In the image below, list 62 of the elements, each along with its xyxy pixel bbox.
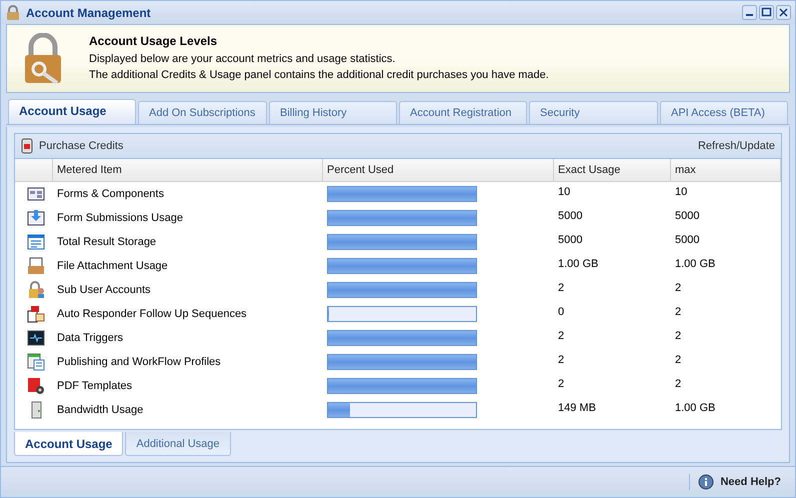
table-cell-text: 1.00 GB	[674, 401, 716, 414]
table-cell-text: 1.00 GB	[674, 257, 716, 270]
tab[interactable]: Account Usage	[14, 432, 124, 456]
table-cell-text: 0	[557, 305, 566, 318]
column-header[interactable]: Exact Usage	[554, 159, 671, 181]
tab[interactable]: Security	[529, 101, 658, 124]
table-cell-text: 2	[557, 329, 566, 342]
table-cell-text: PDF Templates	[56, 380, 133, 392]
table-cell-text: 2	[674, 281, 682, 294]
table-cell-text: Total Result Storage	[56, 236, 158, 248]
refresh-update-button[interactable]: Refresh/Update	[698, 140, 775, 152]
lock-user-icon	[27, 281, 45, 299]
monitor-icon	[27, 329, 45, 347]
form-icon	[27, 185, 45, 203]
tab[interactable]: Account Usage	[8, 99, 136, 124]
table-cell-text: 2	[674, 305, 682, 318]
table-cell-text: File Attachment Usage	[56, 260, 169, 272]
column-header[interactable]: max	[671, 159, 781, 181]
phone-icon	[21, 138, 33, 154]
header-title: Account Usage Levels	[89, 34, 218, 48]
table-cell-text: Bandwidth Usage	[56, 404, 144, 416]
tab[interactable]: API Access (BETA)	[660, 101, 788, 124]
purchase-credits-button[interactable]: Purchase Credits	[21, 138, 124, 154]
table-cell-text: 5000	[557, 233, 584, 246]
table-cell-text: 2	[557, 353, 566, 366]
table-cell-text: Forms & Components	[56, 188, 165, 200]
header-description: Displayed below are your account metrics and usage statistics.	[89, 52, 396, 67]
maximize-icon[interactable]	[759, 5, 774, 20]
pdf-gear-icon	[27, 377, 45, 395]
table-cell-text: Form Submissions Usage	[56, 212, 184, 224]
table-cell-text: 2	[674, 353, 682, 366]
table-cell-text: 2	[557, 377, 566, 390]
table-cell-text: Sub User Accounts	[56, 284, 152, 296]
table-cell-text: 10	[674, 185, 688, 198]
info-icon	[698, 474, 714, 490]
table-cell-text: Data Triggers	[56, 332, 124, 344]
document-icon	[27, 233, 45, 251]
tab[interactable]: Billing History	[269, 101, 397, 124]
column-header[interactable]: Percent Used	[323, 159, 554, 181]
lock-icon	[5, 4, 21, 20]
help-button[interactable]: Need Help?	[689, 474, 781, 490]
header-description: The additional Credits & Usage panel contains the additional credit purchases you have made.	[89, 68, 549, 83]
table-cell-text: 2	[674, 377, 682, 390]
minimize-icon[interactable]	[742, 5, 757, 20]
table-cell-text: Auto Responder Follow Up Sequences	[56, 308, 248, 320]
table-cell-text: 10	[557, 185, 572, 198]
close-icon[interactable]	[776, 5, 791, 20]
table-cell-text: Publishing and WorkFlow Profiles	[56, 356, 222, 368]
table-cell-text: 5000	[674, 233, 700, 246]
table-cell-text: 149 MB	[557, 401, 597, 414]
table-cell-text: 2	[674, 329, 682, 342]
tab[interactable]: Add On Subscriptions	[138, 101, 267, 124]
tab[interactable]: Additional Usage	[125, 432, 231, 456]
download-icon	[27, 209, 45, 227]
column-header[interactable]: Metered Item	[53, 159, 323, 181]
tab[interactable]: Account Registration	[399, 101, 527, 124]
window-title: Account Management	[26, 6, 151, 20]
table-cell-text: 1.00 GB	[557, 257, 600, 270]
table-cell-text: 5000	[674, 209, 700, 222]
table-cell-text: 5000	[557, 209, 584, 222]
workflow-icon	[27, 353, 45, 371]
table-cell-text: 2	[557, 281, 566, 294]
